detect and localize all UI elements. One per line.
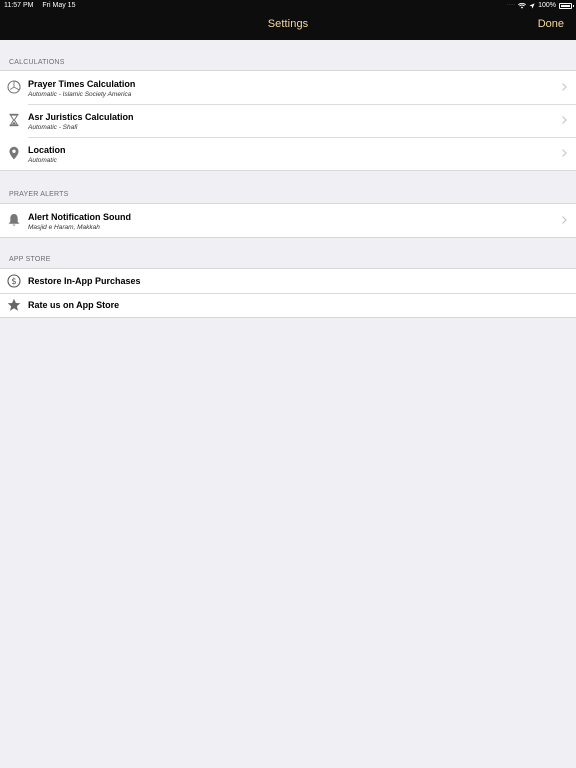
row-subtitle: Automatic - Islamic Society America — [28, 91, 132, 98]
chevron-right-icon — [562, 116, 567, 124]
row-subtitle: Masjid e Haram, Makkah — [28, 224, 100, 231]
status-time: 11:57 PM — [4, 2, 34, 9]
dollar-circle-icon: $ — [7, 274, 21, 288]
section-header-prayer-alerts: PRAYER ALERTS — [9, 191, 69, 198]
app-store-group: $ Restore In-App Purchases Rate us on Ap… — [0, 268, 576, 318]
cellular-signal-icon: ····· — [506, 2, 516, 8]
chevron-right-icon — [562, 216, 567, 224]
row-rate-us-on-app-store[interactable]: Rate us on App Store — [0, 293, 576, 317]
prayer-alerts-group: Alert Notification Sound Masjid e Haram,… — [0, 203, 576, 238]
row-title: Alert Notification Sound — [28, 212, 131, 222]
status-date: Fri May 15 — [42, 2, 76, 9]
row-subtitle: Automatic - Shafi — [28, 124, 78, 131]
location-arrow-icon — [529, 2, 535, 9]
done-button[interactable]: Done — [538, 18, 564, 30]
row-title: Location — [28, 145, 66, 155]
row-title: Rate us on App Store — [28, 300, 120, 310]
row-title: Restore In-App Purchases — [28, 276, 141, 286]
page-title: Settings — [267, 18, 309, 30]
chevron-right-icon — [562, 149, 567, 157]
row-title: Asr Juristics Calculation — [28, 112, 134, 122]
row-location[interactable]: Location Automatic — [0, 137, 576, 170]
section-header-app-store: APP STORE — [9, 256, 51, 263]
battery-icon — [559, 2, 574, 9]
top-bar: 11:57 PM Fri May 15 ····· 100% Settings … — [0, 0, 576, 40]
section-header-calculations: CALCULATIONS — [9, 59, 65, 66]
location-pin-icon — [9, 146, 19, 160]
battery-percent: 100% — [538, 2, 556, 9]
bell-icon — [8, 214, 20, 226]
row-title: Prayer Times Calculation — [28, 79, 136, 89]
row-subtitle: Automatic — [28, 157, 57, 164]
hourglass-icon — [9, 113, 19, 127]
status-bar: 11:57 PM Fri May 15 ····· 100% — [0, 0, 576, 11]
row-asr-juristics-calculation[interactable]: Asr Juristics Calculation Automatic - Sh… — [0, 104, 576, 137]
star-icon — [7, 298, 21, 311]
row-restore-in-app-purchases[interactable]: $ Restore In-App Purchases — [0, 269, 576, 293]
calculations-group: Prayer Times Calculation Automatic - Isl… — [0, 70, 576, 171]
clock-icon — [7, 80, 21, 94]
wifi-icon — [518, 2, 527, 9]
chevron-right-icon — [562, 83, 567, 91]
row-prayer-times-calculation[interactable]: Prayer Times Calculation Automatic - Isl… — [0, 71, 576, 104]
row-alert-notification-sound[interactable]: Alert Notification Sound Masjid e Haram,… — [0, 204, 576, 237]
svg-text:$: $ — [11, 277, 16, 287]
